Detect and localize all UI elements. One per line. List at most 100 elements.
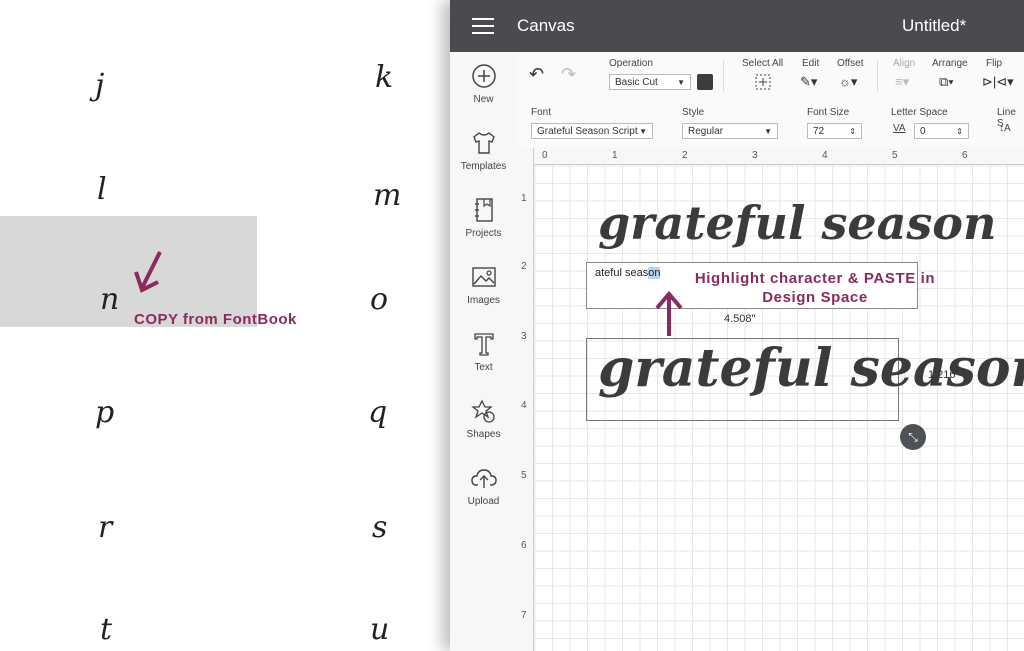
edit-tools-icon[interactable]: ✎▾: [800, 74, 817, 90]
sidebar-item-new[interactable]: New: [450, 62, 517, 105]
menu-icon[interactable]: [472, 18, 494, 34]
left-sidebar: New Templates Projects Images Text Shape…: [450, 52, 518, 651]
toolbar-divider: [723, 60, 724, 92]
redo-icon[interactable]: ↷: [561, 64, 576, 85]
glyph-t[interactable]: t: [100, 612, 112, 647]
left-ruler: 1 2 3 4 5 6 7: [517, 148, 534, 651]
width-dimension: 4.508": [724, 313, 756, 325]
notebook-icon: [474, 198, 493, 222]
sidebar-item-images[interactable]: Images: [450, 263, 517, 306]
operation-label: Operation: [609, 58, 653, 69]
paste-instruction: Highlight character & PASTE in Design Sp…: [680, 269, 950, 307]
select-all-icon[interactable]: [755, 74, 771, 90]
fontbook-glyph-panel: j k l m n o p q r s t u COPY from FontBo…: [0, 0, 450, 651]
operation-select[interactable]: Basic Cut ▼: [609, 74, 691, 90]
text-selection: on: [648, 267, 661, 279]
flip-icon[interactable]: ⊳|⊲▾: [982, 74, 1014, 90]
letter-space-label: Letter Space: [891, 107, 948, 118]
offset-icon[interactable]: ☼▾: [839, 74, 857, 90]
glyph-u[interactable]: u: [370, 612, 389, 647]
offset-label: Offset: [837, 58, 864, 69]
glyph-p[interactable]: p: [95, 395, 114, 430]
style-select[interactable]: Regular ▼: [682, 123, 778, 139]
ruler-tick-label: 7: [521, 610, 527, 621]
font-value: Grateful Season Script: [537, 126, 638, 137]
sidebar-item-shapes[interactable]: Shapes: [450, 397, 517, 440]
color-swatch[interactable]: [697, 74, 713, 90]
down-arrow-icon: [134, 251, 162, 293]
font-size-input[interactable]: 72 ⇕: [807, 123, 862, 139]
edit-toolbar: ↶ ↷ Operation Basic Cut ▼ Select All Edit…: [517, 52, 1024, 99]
letter-space-value: 0: [920, 126, 926, 137]
glyph-j[interactable]: j: [95, 68, 104, 103]
sidebar-label-text: Text: [474, 362, 493, 373]
glyph-s[interactable]: s: [372, 510, 387, 545]
ruler-tick-label: 1: [521, 193, 527, 204]
ruler-tick-label: 6: [962, 150, 968, 161]
cloud-upload-icon: [470, 469, 497, 488]
sidebar-label-images: Images: [467, 295, 500, 306]
ruler-tick-label: 5: [892, 150, 898, 161]
style-label: Style: [682, 107, 705, 118]
text-preview[interactable]: grateful season: [598, 196, 996, 250]
text-icon: [473, 333, 494, 356]
design-text[interactable]: grateful season: [598, 338, 1024, 399]
ruler-tick-label: 2: [521, 261, 527, 272]
tshirt-icon: [472, 132, 495, 154]
sidebar-label-templates: Templates: [460, 161, 507, 172]
line-space-icon[interactable]: ↕A: [999, 123, 1011, 134]
caret-down-icon: ▼: [764, 127, 772, 136]
ruler-tick-label: 5: [521, 470, 527, 481]
select-all-label: Select All: [742, 58, 784, 69]
stepper-icon[interactable]: ⇕: [849, 124, 856, 140]
copy-instruction: COPY from FontBook: [134, 311, 297, 328]
font-select[interactable]: Grateful Season Script ▼: [531, 123, 653, 139]
stepper-icon[interactable]: ⇕: [956, 124, 963, 140]
undo-icon[interactable]: ↶: [529, 64, 544, 85]
toolbar-divider: [877, 60, 878, 92]
glyph-k[interactable]: k: [375, 60, 393, 95]
ruler-tick-label: 3: [752, 150, 758, 161]
arrange-icon[interactable]: ⧉▾: [939, 74, 954, 90]
font-label: Font: [531, 107, 552, 118]
sidebar-item-text[interactable]: Text: [450, 330, 517, 373]
resize-handle-icon[interactable]: ⤡: [900, 424, 926, 450]
sidebar-label-upload: Upload: [467, 496, 500, 507]
glyph-o[interactable]: o: [370, 282, 388, 317]
ruler-tick-label: 4: [521, 400, 527, 411]
edit-label: Edit: [802, 58, 820, 69]
style-value: Regular: [688, 126, 724, 137]
shapes-icon: [470, 399, 495, 423]
ruler-tick-label: 6: [521, 540, 527, 551]
app-title: Canvas: [517, 16, 575, 35]
font-size-value: 72: [813, 126, 825, 137]
glyph-r[interactable]: r: [98, 510, 112, 545]
height-dimension: 1.216": [928, 369, 960, 381]
letter-space-input[interactable]: 0 ⇕: [914, 123, 969, 139]
ruler-tick-label: 2: [682, 150, 688, 161]
sidebar-item-projects[interactable]: Projects: [450, 196, 517, 239]
paste-instruction-line2: Design Space: [762, 289, 868, 306]
text-toolbar: Font Grateful Season Script ▼ Style Regul…: [517, 98, 1024, 149]
document-title: Untitled*: [902, 16, 967, 35]
align-label: Align: [893, 58, 916, 69]
image-icon: [471, 267, 496, 287]
text-edit-value[interactable]: ateful season: [595, 267, 661, 279]
sidebar-label-new: New: [473, 94, 494, 105]
glyph-n[interactable]: n: [100, 282, 119, 317]
ruler-tick-label: 3: [521, 331, 527, 342]
glyph-m[interactable]: m: [373, 178, 401, 213]
letter-space-icon: VA: [893, 123, 906, 134]
paste-instruction-line1: Highlight character & PASTE in: [694, 270, 936, 287]
design-space-window: Canvas Untitled* New Templates Projects …: [450, 0, 1024, 651]
sidebar-item-upload[interactable]: Upload: [450, 464, 517, 507]
ruler-tick-label: 0: [542, 150, 548, 161]
operation-value: Basic Cut: [615, 77, 658, 88]
flip-label: Flip: [986, 58, 1003, 69]
glyph-q[interactable]: q: [368, 395, 387, 430]
text-unselected: ateful seas: [595, 267, 649, 279]
sidebar-item-templates[interactable]: Templates: [450, 129, 517, 172]
sidebar-label-projects: Projects: [465, 228, 502, 239]
glyph-l[interactable]: l: [97, 172, 107, 207]
align-icon[interactable]: ≡▾: [895, 74, 909, 90]
